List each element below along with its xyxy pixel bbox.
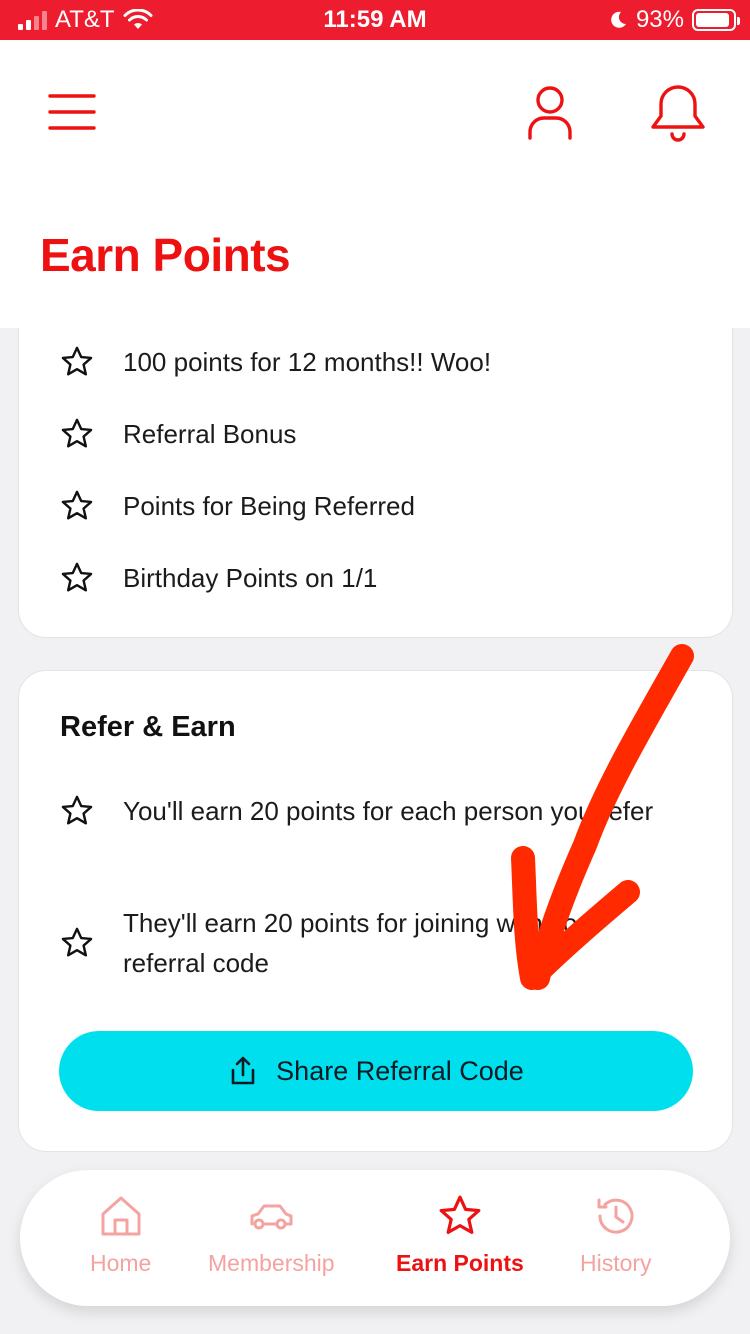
carrier-label: AT&T bbox=[55, 6, 115, 33]
bottom-nav: Home Membership Earn Points History bbox=[20, 1170, 730, 1306]
history-icon bbox=[597, 1198, 634, 1234]
app-header: Earn Points bbox=[0, 40, 750, 328]
list-item-label: You'll earn 20 points for each person yo… bbox=[123, 796, 654, 826]
list-item: You'll earn 20 points for each person yo… bbox=[59, 791, 679, 831]
bell-icon[interactable] bbox=[648, 82, 708, 144]
share-referral-code-button[interactable]: Share Referral Code bbox=[59, 1031, 693, 1111]
star-icon bbox=[61, 418, 93, 448]
share-button-label: Share Referral Code bbox=[276, 1055, 524, 1086]
refer-earn-card: Refer & Earn You'll earn 20 points for e… bbox=[18, 670, 733, 1152]
nav-item-home[interactable]: Home bbox=[90, 1192, 151, 1277]
nav-item-earn-points[interactable]: Earn Points bbox=[396, 1192, 524, 1277]
star-icon bbox=[61, 490, 93, 520]
list-item: 100 points for 12 months!! Woo! bbox=[59, 344, 491, 380]
home-icon bbox=[101, 1196, 141, 1236]
nav-label: Membership bbox=[208, 1250, 335, 1276]
star-icon bbox=[61, 927, 93, 957]
status-left: AT&T bbox=[18, 6, 153, 34]
list-item-label: 100 points for 12 months!! Woo! bbox=[123, 346, 492, 377]
list-item: Birthday Points on 1/1 bbox=[59, 560, 377, 596]
page-title: Earn Points bbox=[40, 229, 291, 281]
battery-icon bbox=[692, 9, 740, 31]
user-icon[interactable] bbox=[524, 84, 576, 140]
star-icon bbox=[439, 1195, 481, 1234]
share-icon bbox=[231, 1056, 255, 1085]
star-icon bbox=[61, 346, 93, 376]
nav-label: Earn Points bbox=[396, 1250, 524, 1276]
hamburger-menu-icon[interactable] bbox=[48, 92, 96, 132]
nav-item-history[interactable]: History bbox=[580, 1192, 652, 1277]
nav-label: Home bbox=[90, 1250, 152, 1276]
earn-list-card: 100 points for 12 months!! Woo! Referral… bbox=[18, 300, 733, 638]
list-item: Points for Being Referred bbox=[59, 488, 415, 524]
moon-icon bbox=[611, 11, 626, 28]
battery-fill bbox=[696, 13, 730, 27]
app-screen: AT&T 11:59 AM 93% 100 points for 12 mont… bbox=[0, 0, 750, 1334]
list-item-label: Birthday Points on 1/1 bbox=[123, 562, 378, 593]
status-bar: AT&T 11:59 AM 93% bbox=[0, 0, 750, 40]
list-item-label: They'll earn 20 points for joining with … bbox=[123, 908, 601, 978]
signal-icon bbox=[18, 10, 47, 30]
list-item: They'll earn 20 points for joining with … bbox=[59, 903, 679, 983]
star-icon bbox=[61, 795, 93, 825]
battery-percent: 93% bbox=[635, 6, 684, 33]
status-right: 93% bbox=[608, 6, 740, 34]
car-icon bbox=[250, 1204, 293, 1230]
nav-label: History bbox=[580, 1250, 652, 1276]
wifi-icon bbox=[123, 9, 153, 29]
card-title: Refer & Earn bbox=[60, 711, 236, 743]
list-item-label: Referral Bonus bbox=[123, 418, 297, 449]
nav-item-membership[interactable]: Membership bbox=[208, 1192, 335, 1277]
list-item: Referral Bonus bbox=[59, 416, 296, 452]
star-icon bbox=[61, 562, 93, 592]
list-item-label: Points for Being Referred bbox=[123, 490, 415, 521]
